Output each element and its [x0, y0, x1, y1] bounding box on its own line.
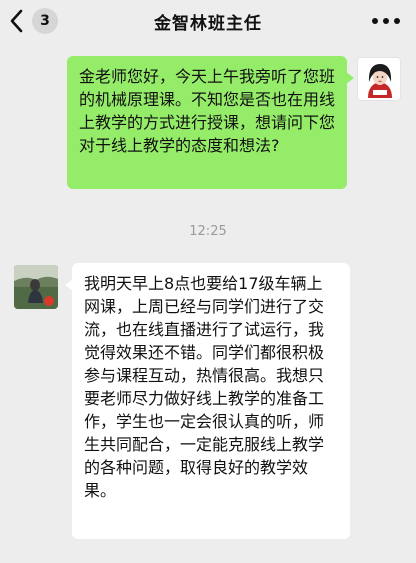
incoming-message[interactable]: 我明天早上8点也要给17级车辆上网课，上周已经与同学们进行了交流，也在线直播进行…	[65, 263, 350, 539]
contact-avatar[interactable]	[14, 265, 58, 309]
chat-header: 3 金智林班主任	[0, 0, 416, 42]
photo-avatar-icon	[14, 265, 58, 309]
more-button[interactable]	[372, 13, 400, 29]
more-dots-icon	[372, 18, 378, 24]
person-avatar-icon	[358, 58, 400, 100]
chat-title: 金智林班主任	[154, 14, 262, 34]
outgoing-message[interactable]: 金老师您好，今天上午我旁听了您班的机械原理课。不知您是否也在用线上教学的方式进行…	[67, 56, 354, 189]
message-timestamp: 12:25	[189, 224, 227, 239]
my-avatar[interactable]	[357, 57, 401, 101]
